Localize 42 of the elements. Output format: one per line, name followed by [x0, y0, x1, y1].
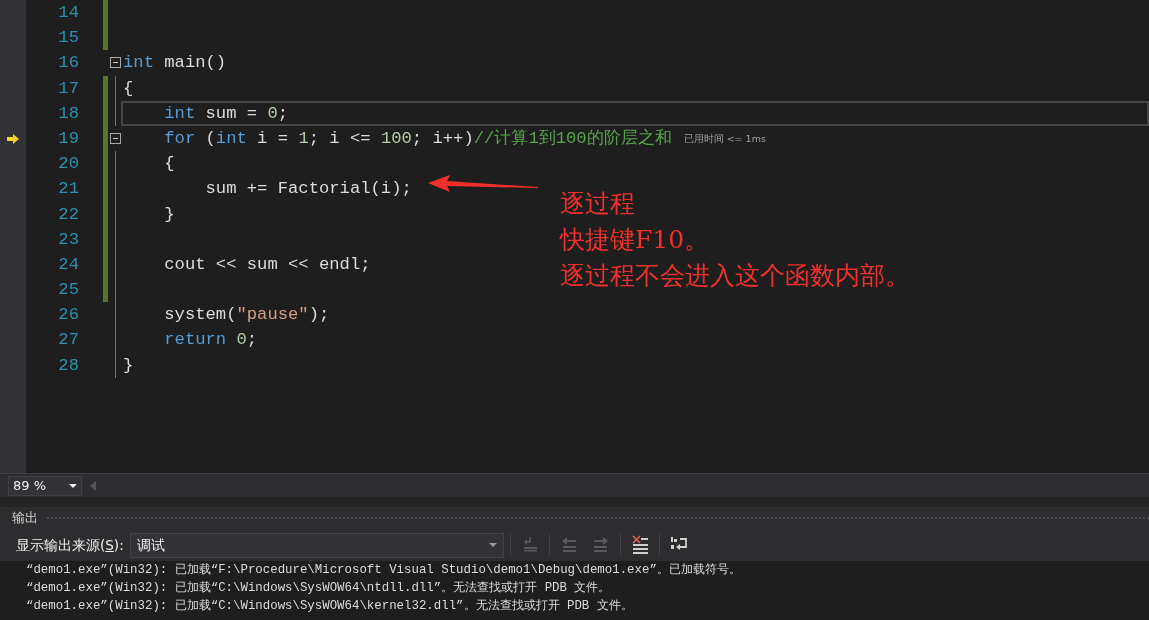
code-line: { [163, 153, 175, 176]
code-line: int main() [123, 52, 227, 75]
code-line: sum += Factorial(i); [204, 178, 412, 201]
line-number: 18 [57, 102, 79, 125]
line-number: 24 [57, 253, 79, 276]
line-number: 19 [57, 127, 79, 150]
code-line: for (int i = 1; i <= 100; i++)//计算1到100的阶层之和 [163, 127, 672, 150]
panel-title: 输出 [12, 509, 38, 528]
annotation-text: 快捷键F10。 [560, 224, 711, 256]
next-message-icon [591, 535, 610, 555]
line-number: 14 [57, 2, 79, 24]
line-number: 17 [57, 77, 79, 100]
line-number: 16 [57, 52, 79, 75]
line-number: 22 [57, 203, 79, 226]
line-number: 15 [57, 27, 79, 50]
line-number: 23 [57, 228, 79, 251]
source-label: 显示输出来源(S): [16, 535, 124, 555]
annotation-text: 逐过程不会进入这个函数内部。 [560, 260, 910, 292]
line-number: 27 [57, 329, 79, 352]
code-line: system("pause"); [163, 304, 330, 327]
output-line: “demo1.exe”(Win32): 已加载“F:\Procedure\Microsoft Visual Studio\demo1\Debug\demo1.exe”。已加载符号。 [26, 562, 742, 579]
line-number: 25 [57, 279, 79, 302]
zoom-dropdown[interactable]: 89 % [8, 475, 82, 496]
line-number: 28 [57, 354, 79, 377]
code-line: { [123, 77, 134, 100]
code-line: } [163, 203, 175, 226]
code-line: cout << sum << endl; [163, 253, 371, 276]
line-number: 20 [57, 153, 79, 176]
code-line: } [123, 354, 134, 377]
code-line: return 0; [163, 329, 258, 352]
collapse-icon[interactable] [110, 57, 121, 69]
output-line: “demo1.exe”(Win32): 已加载“C:\Windows\SysWOW64\kernel32.dll”。无法查找或打开 PDB 文件。 [26, 598, 634, 615]
line-number: 26 [57, 304, 79, 327]
collapse-icon[interactable] [110, 133, 121, 145]
source-dropdown[interactable]: 调试 [129, 532, 504, 558]
annotation-text: 逐过程 [560, 188, 636, 220]
output-line: “demo1.exe”(Win32): 已加载“C:\Windows\SysWOW64\ntdll.dll”。无法查找或打开 PDB 文件。 [26, 580, 612, 597]
caret-icon [69, 483, 77, 488]
line-number: 21 [57, 178, 79, 201]
elapsed-time-hint: 已用时间 <= 1ms [683, 131, 766, 146]
caret-icon [488, 543, 497, 547]
clear-all-icon [630, 535, 649, 555]
